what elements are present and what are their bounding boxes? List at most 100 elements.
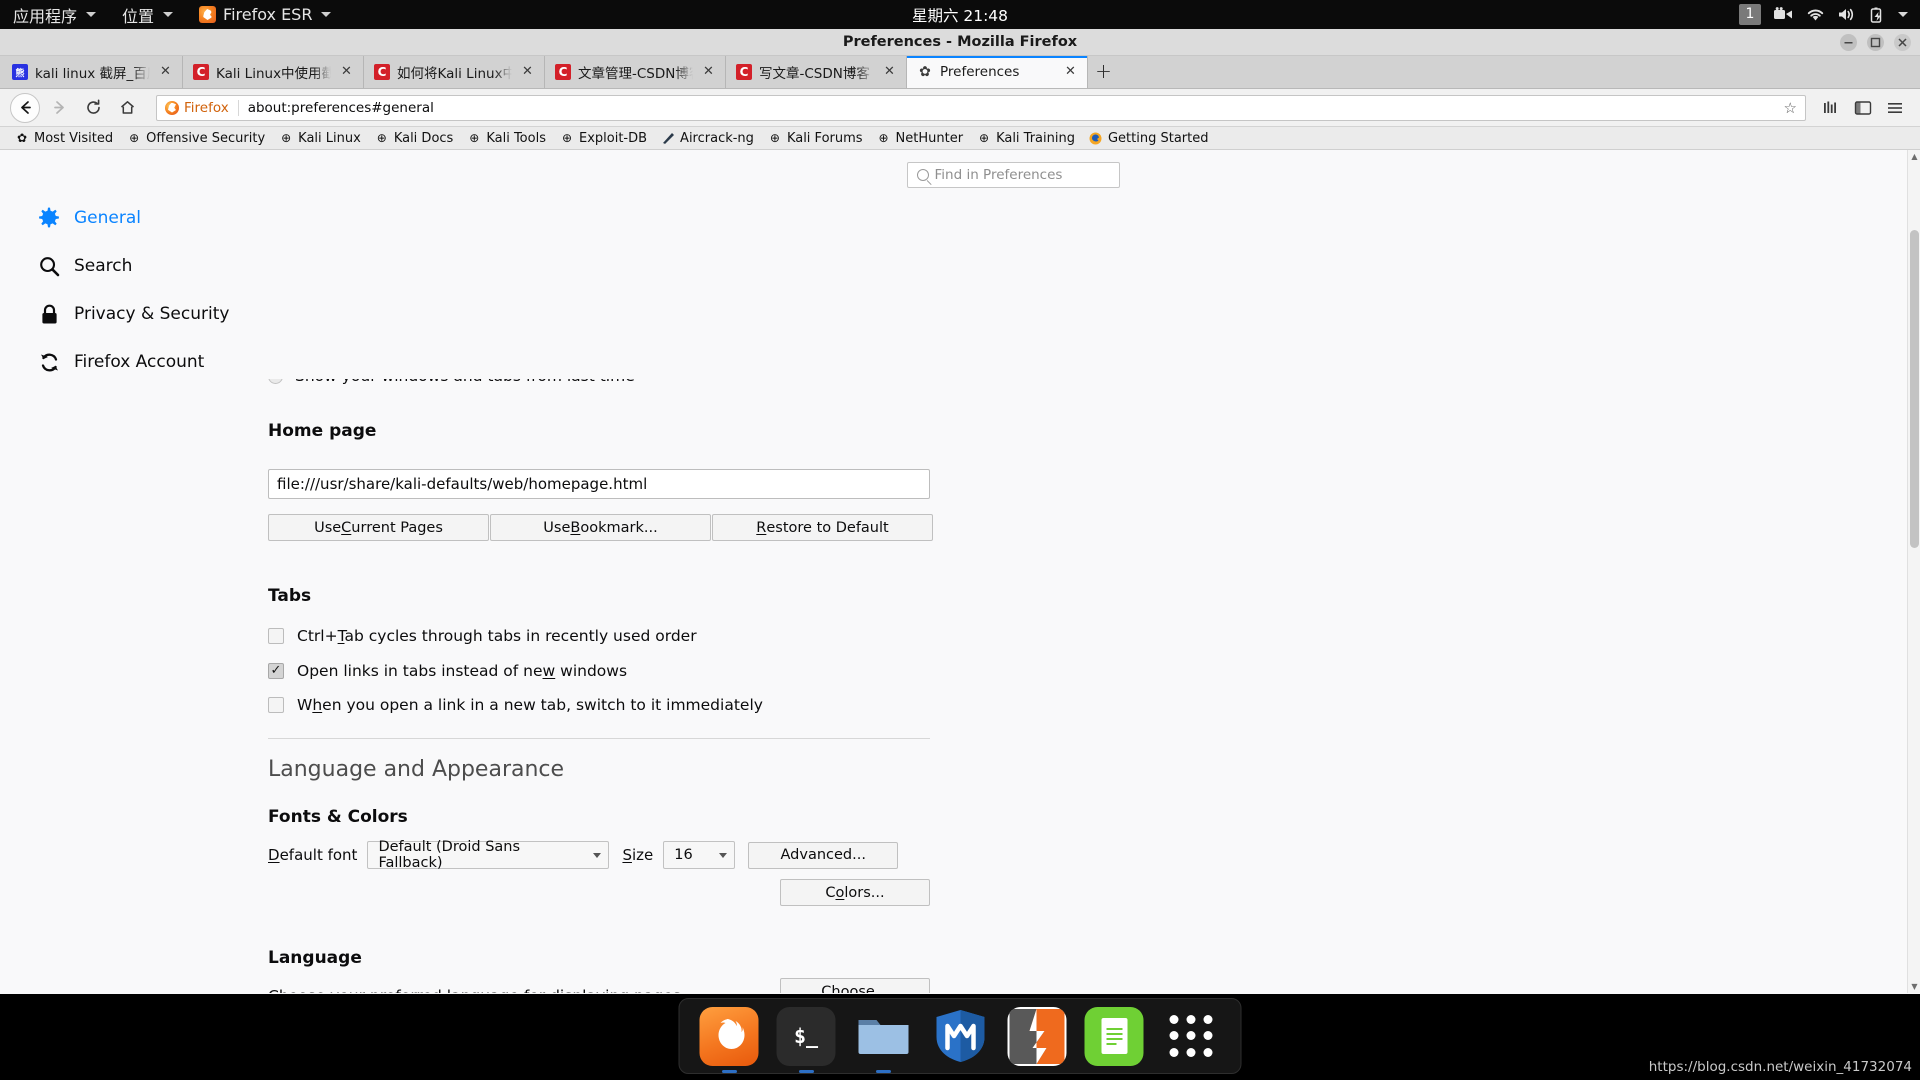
radio-icon[interactable] <box>268 379 283 384</box>
default-font-label: Default font <box>268 846 358 864</box>
workspace-indicator[interactable]: 1 <box>1739 4 1761 25</box>
dock-item-metasploit[interactable] <box>931 1007 990 1066</box>
bookmark-offensive-security[interactable]: ⊕ Offensive Security <box>120 128 272 149</box>
tab-close-icon[interactable]: ✕ <box>700 64 717 81</box>
running-indicator <box>721 1069 737 1073</box>
system-menu-caret-icon[interactable] <box>1898 12 1908 17</box>
btn-text-pre: Use <box>543 519 571 536</box>
tabs-option-switch-immediately[interactable]: When you open a link in a new tab, switc… <box>268 691 763 719</box>
dock-item-show-applications[interactable] <box>1162 1007 1221 1066</box>
volume-icon[interactable] <box>1838 7 1857 22</box>
dock-item-text-editor[interactable] <box>1084 1006 1144 1066</box>
reload-button[interactable] <box>78 93 108 123</box>
default-font-select[interactable]: Default (Droid Sans Fallback) <box>367 839 610 871</box>
sidebar-item-privacy-security[interactable]: Privacy & Security <box>32 290 237 338</box>
burpsuite-icon <box>1007 1006 1067 1066</box>
dock-item-firefox[interactable] <box>699 1006 759 1073</box>
bookmark-most-visited[interactable]: ✿ Most Visited <box>8 128 120 149</box>
dock-item-burpsuite[interactable] <box>1007 1006 1067 1066</box>
bookmark-kali-forums[interactable]: ⊕ Kali Forums <box>761 128 870 149</box>
scroll-down-icon[interactable]: ▼ <box>1908 980 1920 993</box>
firefox-window: Preferences - Mozilla Firefox 熊 kali lin… <box>0 29 1920 994</box>
url-bar[interactable]: Firefox about:preferences#general ☆ <box>156 94 1806 121</box>
bookmark-getting-started[interactable]: Getting Started <box>1082 128 1216 149</box>
sidebar-item-label: Firefox Account <box>74 352 205 372</box>
checkbox-icon[interactable]: ✓ <box>268 663 284 679</box>
minimize-button[interactable] <box>1840 34 1857 51</box>
tab-close-icon[interactable]: ✕ <box>157 64 174 81</box>
section-divider <box>268 738 930 739</box>
scrollbar-thumb[interactable] <box>1910 230 1919 548</box>
use-bookmark-button[interactable]: Use Bookmark... <box>490 514 711 541</box>
preferences-search-box[interactable]: Find in Preferences <box>906 162 1120 188</box>
browser-tab[interactable]: C 写文章-CSDN博客 ✕ <box>726 56 907 88</box>
sidebar-item-firefox-account[interactable]: Firefox Account <box>32 338 237 386</box>
restore-to-default-button[interactable]: Restore to Default <box>712 514 933 541</box>
browser-tab[interactable]: C 文章管理-CSDN博客 ✕ <box>545 56 726 88</box>
use-current-pages-button[interactable]: Use Current Pages <box>268 514 489 541</box>
forward-button[interactable] <box>44 93 74 123</box>
label-pre: Open links in tabs instead of ne <box>297 662 543 680</box>
dock-container: $_ <box>678 998 1242 1074</box>
camera-icon[interactable] <box>1774 7 1793 22</box>
tab-close-icon[interactable]: ✕ <box>338 64 355 81</box>
url-input[interactable]: about:preferences#general <box>248 100 1778 116</box>
label-pre: Ctrl+ <box>297 627 338 645</box>
bookmark-exploit-db[interactable]: ⊕ Exploit-DB <box>553 128 654 149</box>
tab-close-icon[interactable]: ✕ <box>881 64 898 81</box>
new-tab-button[interactable]: + <box>1088 56 1119 88</box>
bookmark-kali-docs[interactable]: ⊕ Kali Docs <box>368 128 461 149</box>
checkbox-icon[interactable] <box>268 628 284 644</box>
browser-tab-preferences[interactable]: ✿ Preferences ✕ <box>907 56 1088 88</box>
tabs-option-open-links[interactable]: ✓ Open links in tabs instead of new wind… <box>268 657 627 685</box>
maximize-button[interactable] <box>1867 34 1884 51</box>
fonts-advanced-button[interactable]: Advanced... <box>748 841 899 869</box>
tab-close-icon[interactable]: ✕ <box>1062 64 1079 81</box>
font-size-select[interactable]: 16 <box>663 841 736 869</box>
applications-menu[interactable]: 应用程序 <box>0 0 109 29</box>
home-page-buttons: Use Current Pages Use Bookmark... Restor… <box>268 514 933 541</box>
bookmark-nethunter[interactable]: ⊕ NetHunter <box>870 128 971 149</box>
places-menu[interactable]: 位置 <box>109 0 186 29</box>
checkbox-icon[interactable] <box>268 697 284 713</box>
tab-close-icon[interactable]: ✕ <box>519 64 536 81</box>
home-button[interactable] <box>112 93 142 123</box>
scroll-up-icon[interactable]: ▲ <box>1908 150 1920 163</box>
choose-language-button[interactable]: Choose... <box>780 978 930 993</box>
tab-title: 如何将Kali Linux中的Firefox <box>397 66 512 82</box>
site-identity-chip[interactable]: Firefox <box>165 99 239 116</box>
back-button[interactable] <box>10 92 40 123</box>
globe-icon: ⊕ <box>129 131 140 145</box>
label-accesskey: h <box>312 696 323 714</box>
firefox-app-menu[interactable]: Firefox ESR <box>186 0 344 29</box>
bookmark-kali-tools[interactable]: ⊕ Kali Tools <box>460 128 553 149</box>
tabs-option-ctrl-tab[interactable]: Ctrl+Tab cycles through tabs in recently… <box>268 622 697 650</box>
bookmark-aircrack-ng[interactable]: Aircrack-ng <box>654 128 761 149</box>
top-panel-left: 应用程序 位置 Firefox ESR <box>0 0 344 29</box>
startup-option-clipped[interactable]: Show your windows and tabs from last tim… <box>268 379 948 397</box>
home-page-value: file:///usr/share/kali-defaults/web/home… <box>277 475 648 493</box>
bookmark-kali-linux[interactable]: ⊕ Kali Linux <box>272 128 368 149</box>
bookmark-kali-training[interactable]: ⊕ Kali Training <box>970 128 1082 149</box>
page-scrollbar[interactable]: ▲ ▼ <box>1907 150 1920 993</box>
label-post: en you open a link in a new tab, switch … <box>322 696 763 714</box>
dock-item-files[interactable] <box>854 1007 913 1073</box>
wifi-icon[interactable] <box>1806 7 1825 22</box>
colors-label: Colors... <box>825 884 885 901</box>
browser-tab[interactable]: C Kali Linux中使用截图工具 ✕ <box>183 56 364 88</box>
dock-item-terminal[interactable]: $_ <box>776 1006 836 1073</box>
colors-button[interactable]: Colors... <box>780 879 930 906</box>
browser-tab[interactable]: C 如何将Kali Linux中的Firefox ✕ <box>364 56 545 88</box>
library-icon[interactable] <box>1816 93 1846 123</box>
sidebar-item-general[interactable]: General <box>32 194 237 242</box>
app-menu-icon[interactable] <box>1880 93 1910 123</box>
sidebar-toggle-icon[interactable] <box>1848 93 1878 123</box>
sidebar-item-search[interactable]: Search <box>32 242 237 290</box>
battery-icon[interactable] <box>1870 7 1885 23</box>
browser-tab[interactable]: 熊 kali linux 截屏_百度搜索 ✕ <box>2 56 183 88</box>
close-button[interactable] <box>1894 34 1911 51</box>
search-icon <box>916 169 929 181</box>
home-page-input[interactable]: file:///usr/share/kali-defaults/web/home… <box>268 469 930 499</box>
bookmark-star-icon[interactable]: ☆ <box>1778 99 1797 117</box>
btn-text-post: ookmark... <box>580 519 658 536</box>
